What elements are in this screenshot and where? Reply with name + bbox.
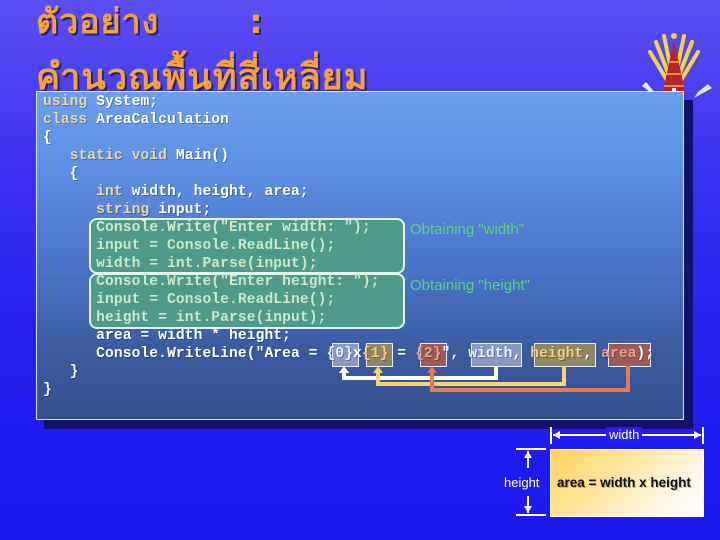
arrow-width-to-placeholder-0 (342, 366, 498, 380)
arrowhead-placeholder-1 (373, 366, 383, 373)
arrowhead-placeholder-0 (339, 366, 349, 373)
arrowhead-placeholder-2 (427, 366, 437, 373)
area-formula: area = width x height (557, 475, 691, 490)
height-dimension-label: height (504, 475, 540, 490)
width-dimension-label: width (606, 427, 643, 442)
arrow-height-to-placeholder-1 (376, 366, 566, 386)
